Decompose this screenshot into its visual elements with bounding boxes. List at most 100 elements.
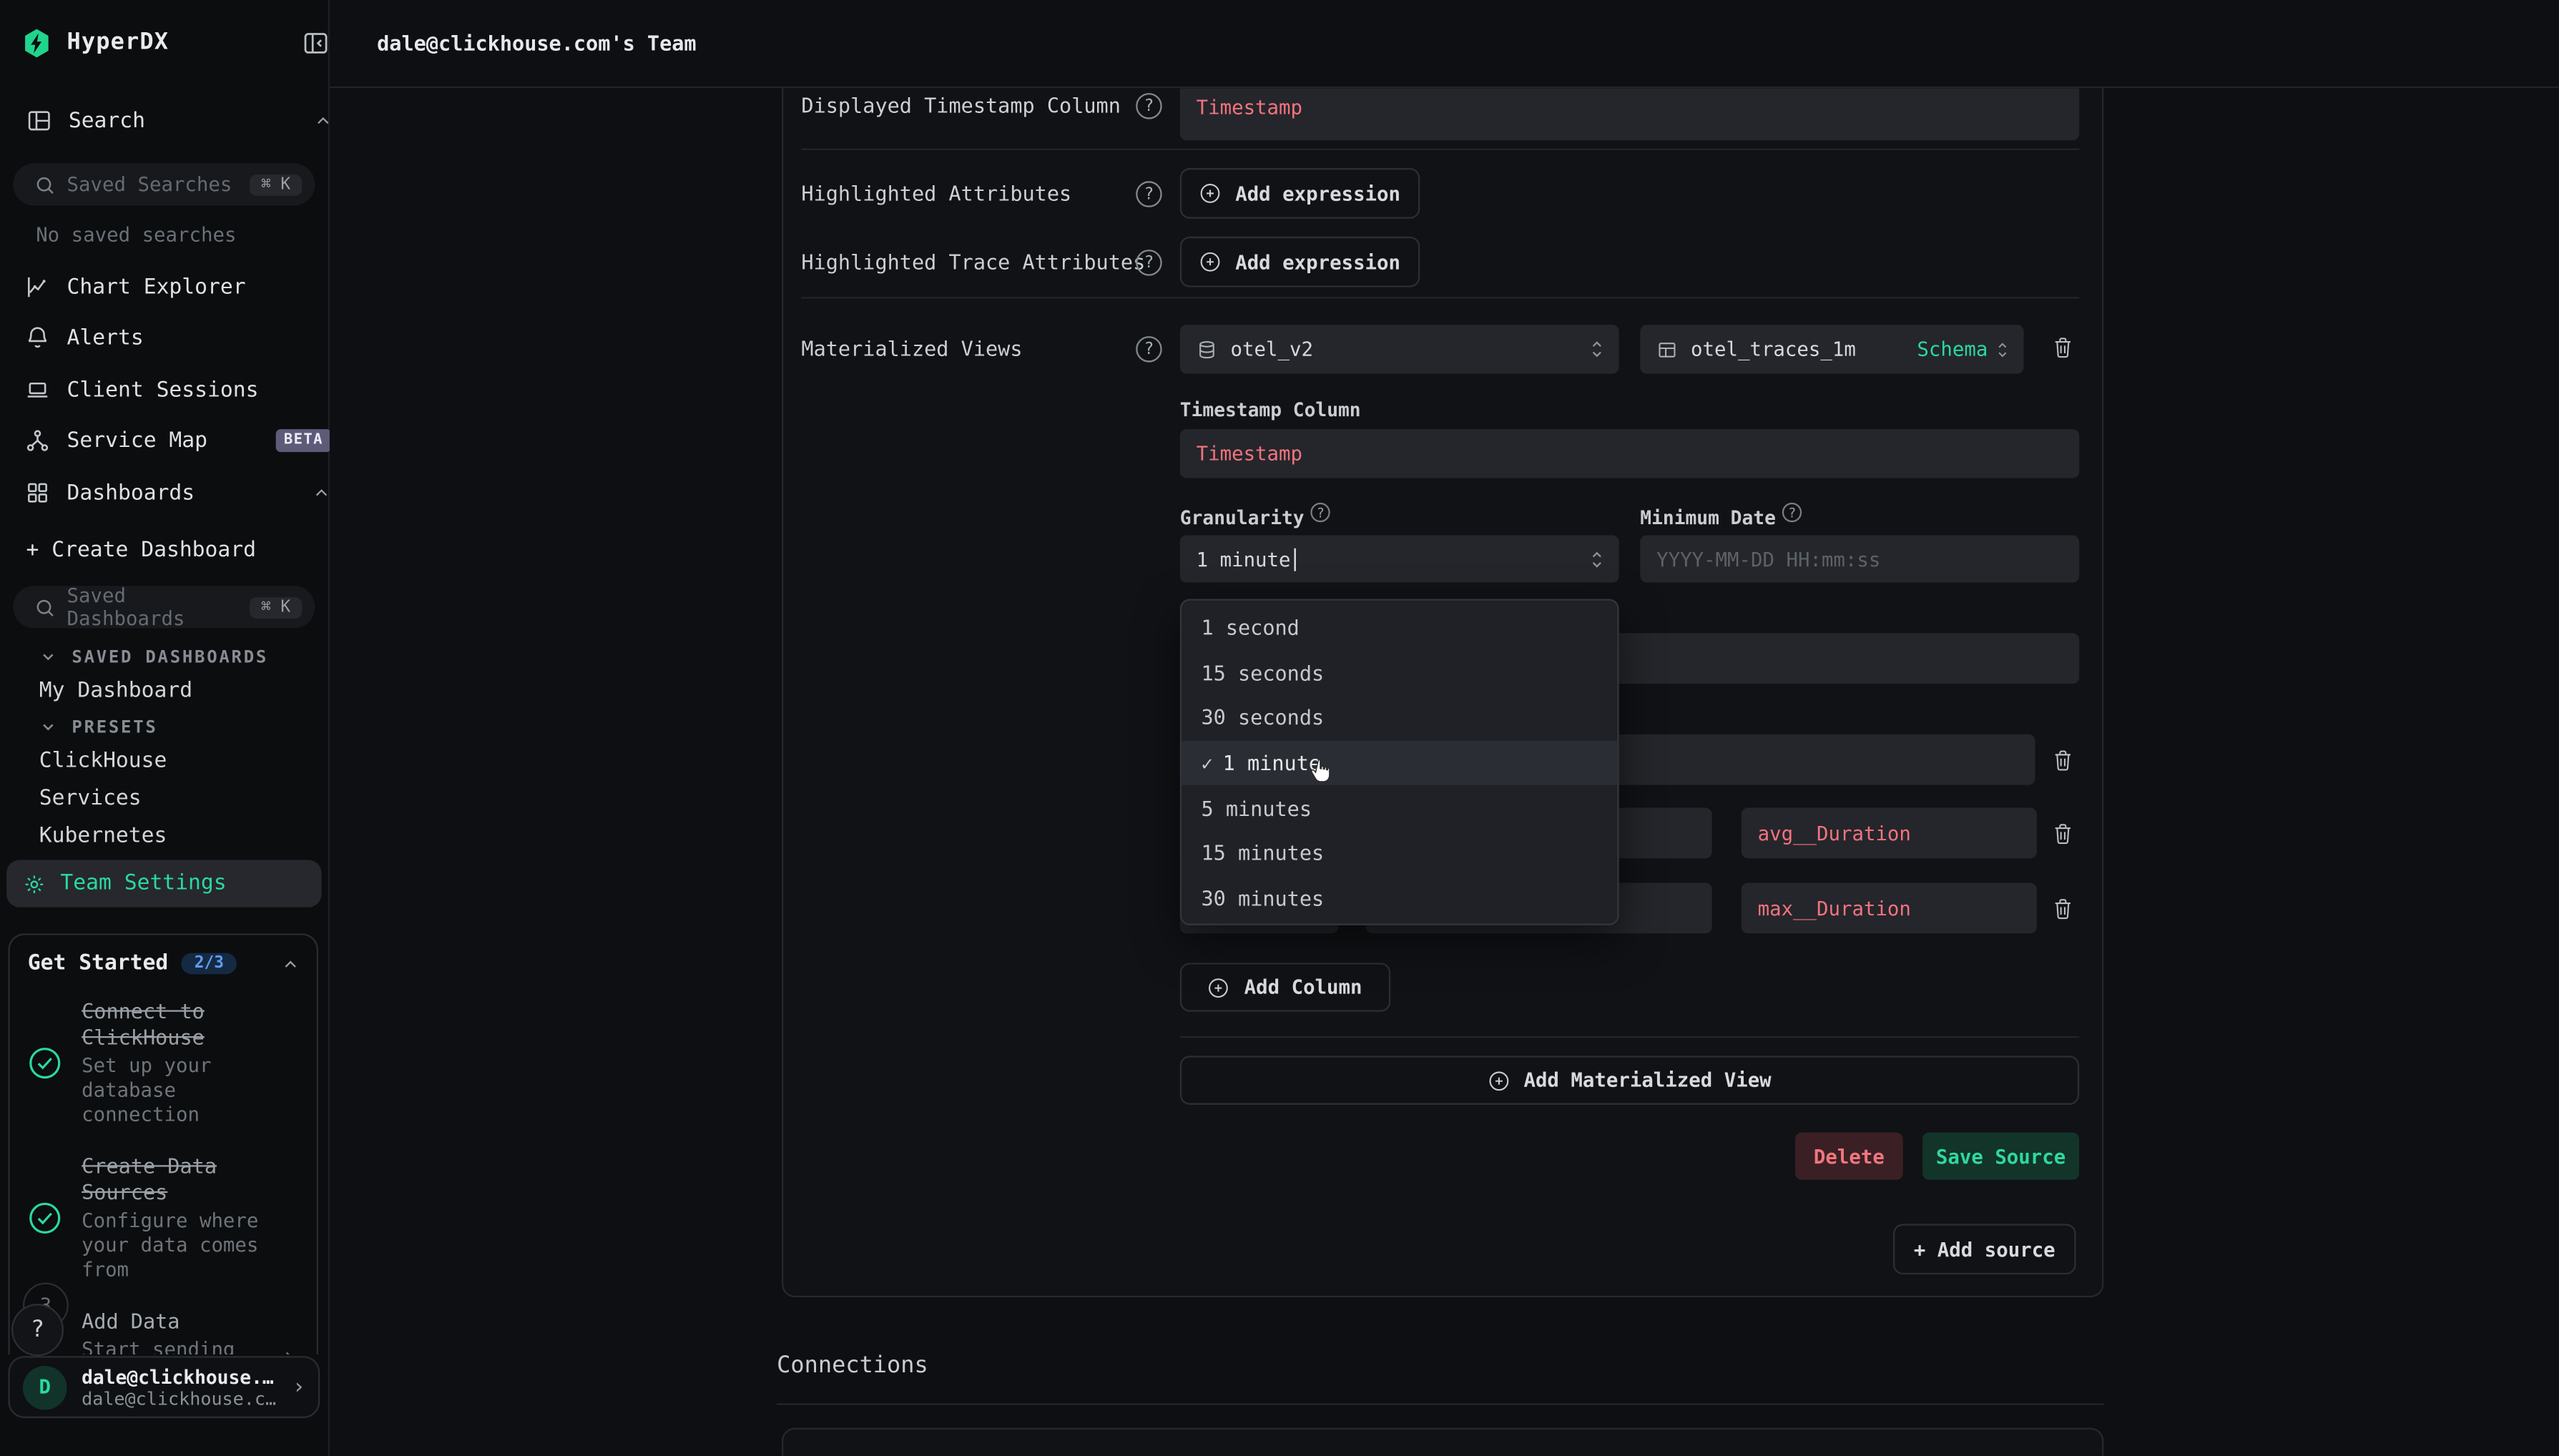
delete-row-icon[interactable]: [2051, 747, 2074, 774]
timestamp-column-label: Timestamp Column: [1180, 398, 1361, 421]
check-circle-icon: [28, 1201, 82, 1235]
user-menu[interactable]: D dale@clickhouse.… dale@clickhouse.c… ›: [8, 1356, 320, 1418]
text-caret: [1294, 548, 1296, 571]
column-alias-input[interactable]: max__Duration: [1742, 883, 2037, 934]
laptop-icon: [24, 377, 51, 403]
chevron-down-icon: [39, 648, 57, 666]
highlighted-attributes-label: Highlighted Attributes: [801, 181, 1071, 205]
add-expression-button[interactable]: Add expression: [1180, 237, 1420, 287]
sidebar: HyperDX Search Saved Searches ⌘ K No sav…: [0, 0, 330, 1455]
delete-button[interactable]: Delete: [1795, 1133, 1903, 1180]
dropdown-option[interactable]: 1 second: [1182, 606, 1617, 651]
sidebar-item-client-sessions[interactable]: Client Sessions: [0, 367, 354, 413]
sidebar-item-label: Client Sessions: [67, 378, 259, 402]
sidebar-item-label: Search: [69, 109, 145, 133]
sidebar-item-kubernetes[interactable]: Kubernetes: [0, 822, 369, 849]
sidebar-item-chart-explorer[interactable]: Chart Explorer: [0, 265, 354, 310]
step-subtitle: Start sending logs, metrics, or traces: [82, 1338, 257, 1354]
chevron-down-icon: [39, 718, 57, 736]
add-expression-button[interactable]: Add expression: [1180, 168, 1420, 219]
save-source-button[interactable]: Save Source: [1922, 1133, 2079, 1180]
dropdown-option[interactable]: 30 minutes: [1182, 875, 1617, 920]
brand-name: HyperDX: [67, 29, 170, 56]
connections-heading: Connections: [777, 1353, 928, 1379]
sidebar-item-search[interactable]: Search: [0, 98, 355, 144]
help-button[interactable]: ?: [11, 1304, 64, 1356]
shortcut-key: ⌘ K: [250, 174, 302, 195]
saved-dashboards-input[interactable]: Saved Dashboards ⌘ K: [13, 586, 315, 628]
sidebar-item-dashboards[interactable]: Dashboards: [0, 470, 354, 516]
help-icon[interactable]: ?: [1136, 250, 1162, 276]
dropdown-option[interactable]: 15 minutes: [1182, 830, 1617, 875]
section-saved-dashboards[interactable]: SAVED DASHBOARDS: [0, 644, 369, 669]
sidebar-item-clickhouse[interactable]: ClickHouse: [0, 747, 369, 774]
page-title: dale@clickhouse.com's Team: [377, 31, 697, 55]
sidebar-item-label: Dashboards: [67, 481, 195, 505]
plus-circle-icon: [1208, 977, 1229, 998]
beta-badge: BETA: [275, 429, 331, 452]
granularity-select[interactable]: 1 minute: [1180, 535, 1619, 582]
hyperdx-logo-icon: [21, 27, 52, 58]
delete-mv-row-icon[interactable]: [2051, 335, 2074, 361]
step-subtitle: Set up your database connection: [82, 1054, 294, 1128]
timestamp-column-input[interactable]: Timestamp: [1180, 429, 2079, 478]
connections-card: [782, 1428, 2103, 1456]
plus-circle-icon: [1199, 251, 1221, 272]
help-icon[interactable]: ?: [1136, 336, 1162, 363]
dashboards-icon: [24, 480, 51, 506]
sidebar-item-services[interactable]: Services: [0, 785, 369, 812]
input-value: avg__Duration: [1758, 822, 1911, 845]
get-started-step-connect[interactable]: Connect to ClickHouse Set up your databa…: [28, 999, 300, 1128]
minimum-date-input[interactable]: YYYY-MM-DD HH:mm:ss: [1640, 535, 2079, 582]
get-started-step-add-data[interactable]: Add Data Start sending logs, metrics, or…: [28, 1309, 300, 1354]
help-icon[interactable]: ?: [1136, 181, 1162, 207]
dropdown-option[interactable]: 30 seconds: [1182, 696, 1617, 741]
schema-link[interactable]: Schema: [1917, 338, 1988, 360]
user-email: dale@clickhouse.c…: [82, 1388, 293, 1410]
app-window: HyperDX Search Saved Searches ⌘ K No sav…: [0, 0, 2559, 1455]
gear-icon: [23, 872, 46, 895]
dropdown-option[interactable]: 15 seconds: [1182, 651, 1617, 696]
dropdown-option-selected[interactable]: ✓ 1 minute: [1182, 740, 1617, 785]
unfold-icon: [1588, 548, 1606, 571]
divider: [801, 297, 2079, 298]
delete-row-icon[interactable]: [2051, 821, 2074, 847]
step-title: Add Data: [82, 1309, 257, 1335]
select-value: otel_v2: [1231, 338, 1313, 360]
create-dashboard-button[interactable]: + Create Dashboard: [0, 528, 355, 573]
sidebar-item-service-map[interactable]: Service Map BETA: [0, 418, 354, 463]
input-placeholder: YYYY-MM-DD HH:mm:ss: [1656, 548, 1880, 571]
sidebar-item-team-settings[interactable]: Team Settings: [6, 860, 321, 907]
sidebar-item-label: Service Map: [67, 428, 207, 453]
add-column-button[interactable]: Add Column: [1180, 963, 1390, 1011]
user-name: dale@clickhouse.…: [82, 1365, 293, 1388]
add-materialized-view-button[interactable]: Add Materialized View: [1180, 1056, 2079, 1104]
source-settings-card: Displayed Timestamp Column ? Timestamp H…: [782, 88, 2103, 1297]
database-select[interactable]: otel_v2: [1180, 325, 1619, 373]
delete-row-icon[interactable]: [2051, 896, 2074, 923]
granularity-label: Granularity?: [1180, 503, 1330, 529]
sidebar-item-alerts[interactable]: Alerts: [0, 315, 354, 360]
plus-circle-icon: [1488, 1070, 1509, 1091]
table-select[interactable]: otel_traces_1m Schema: [1640, 325, 2023, 373]
step-subtitle: Configure where your data comes from: [82, 1209, 294, 1283]
add-source-button[interactable]: + Add source: [1893, 1224, 2076, 1274]
get-started-step-sources[interactable]: Create Data Sources Configure where your…: [28, 1154, 300, 1282]
sidebar-item-my-dashboard[interactable]: My Dashboard: [0, 677, 369, 704]
get-started-header[interactable]: Get Started 2/3: [28, 951, 300, 975]
divider: [801, 149, 2079, 150]
progress-badge: 2/3: [182, 953, 237, 975]
service-map-icon: [24, 428, 51, 454]
displayed-timestamp-input[interactable]: Timestamp: [1180, 88, 2079, 140]
column-alias-input[interactable]: avg__Duration: [1742, 808, 2037, 859]
dropdown-option[interactable]: 5 minutes: [1182, 785, 1617, 830]
search-nav-icon: [26, 108, 53, 134]
highlighted-trace-attributes-label: Highlighted Trace Attributes: [801, 250, 1145, 274]
chevron-up-icon: [312, 483, 331, 502]
section-presets[interactable]: PRESETS: [0, 714, 369, 739]
saved-searches-input[interactable]: Saved Searches ⌘ K: [13, 163, 315, 205]
collapse-sidebar-icon[interactable]: [302, 29, 330, 56]
get-started-title: Get Started: [28, 951, 168, 975]
materialized-views-label: Materialized Views: [801, 336, 1022, 360]
help-icon[interactable]: ?: [1136, 93, 1162, 119]
